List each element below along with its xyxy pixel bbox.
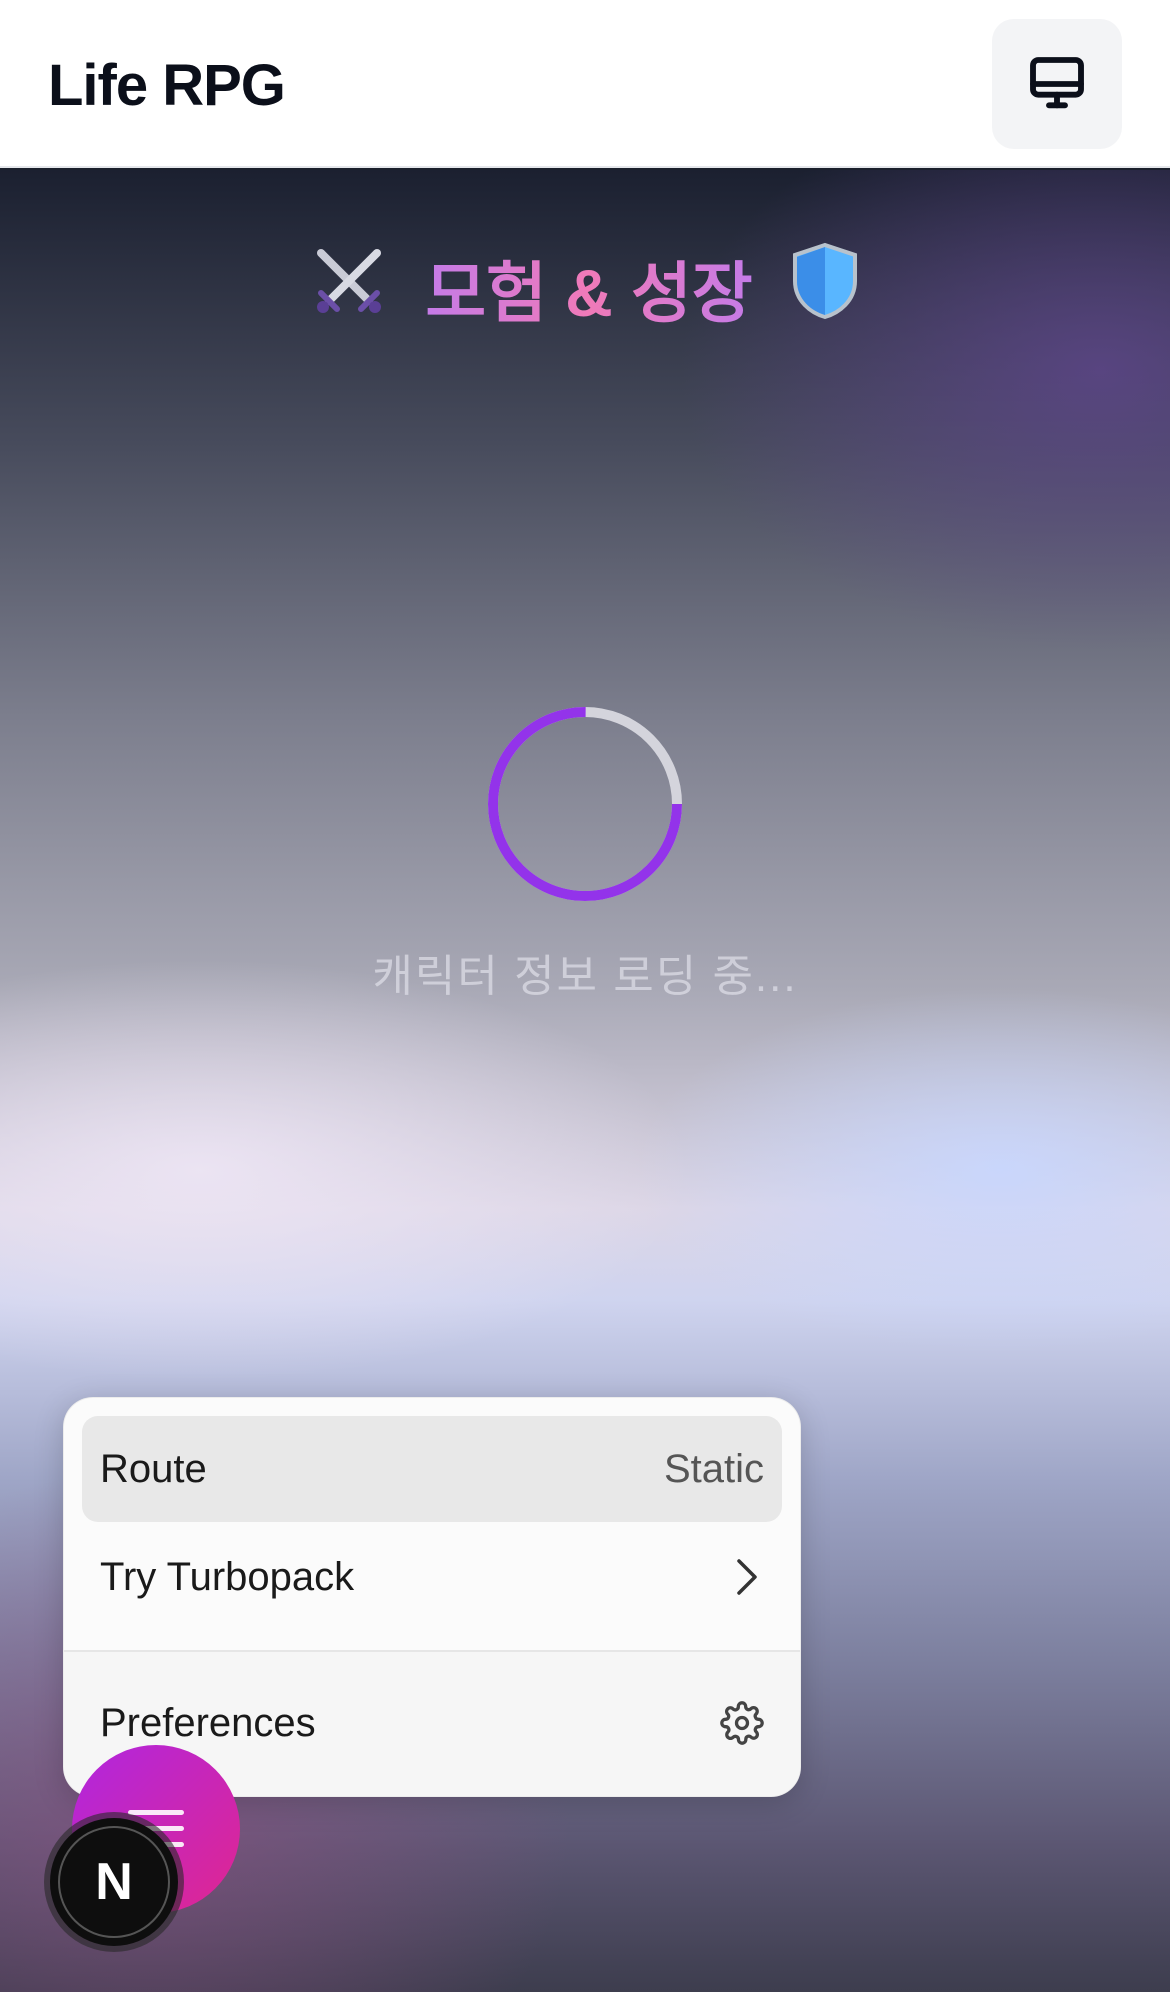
app-title: Life RPG <box>48 53 286 118</box>
shield-icon <box>789 241 861 336</box>
menu-item-route[interactable]: Route Static <box>82 1416 782 1522</box>
monitor-icon <box>1030 57 1084 109</box>
nextjs-dev-badge[interactable]: N <box>50 1818 178 1946</box>
menu-item-label: Try Turbopack <box>100 1554 355 1599</box>
menu-item-label: Route <box>100 1446 207 1491</box>
top-header: Life RPG <box>0 0 1170 168</box>
hero-title: 모험 & 성장 <box>0 240 1170 336</box>
dev-tools-menu: Route Static Try Turbopack Preferences <box>63 1397 801 1797</box>
menu-item-label: Preferences <box>100 1700 316 1745</box>
crossed-swords-icon <box>309 241 389 336</box>
gear-icon <box>720 1701 764 1745</box>
chevron-right-icon <box>737 1559 757 1595</box>
hero-title-text: 모험 & 성장 <box>425 256 753 330</box>
nextjs-logo-icon: N <box>58 1826 170 1938</box>
menu-item-try-turbopack[interactable]: Try Turbopack <box>82 1524 782 1630</box>
route-type-value: Static <box>663 1446 764 1491</box>
monitor-button[interactable] <box>992 19 1122 149</box>
loading-text: 캐릭터 정보 로딩 중... <box>372 952 798 1001</box>
loading-spinner <box>488 707 682 901</box>
